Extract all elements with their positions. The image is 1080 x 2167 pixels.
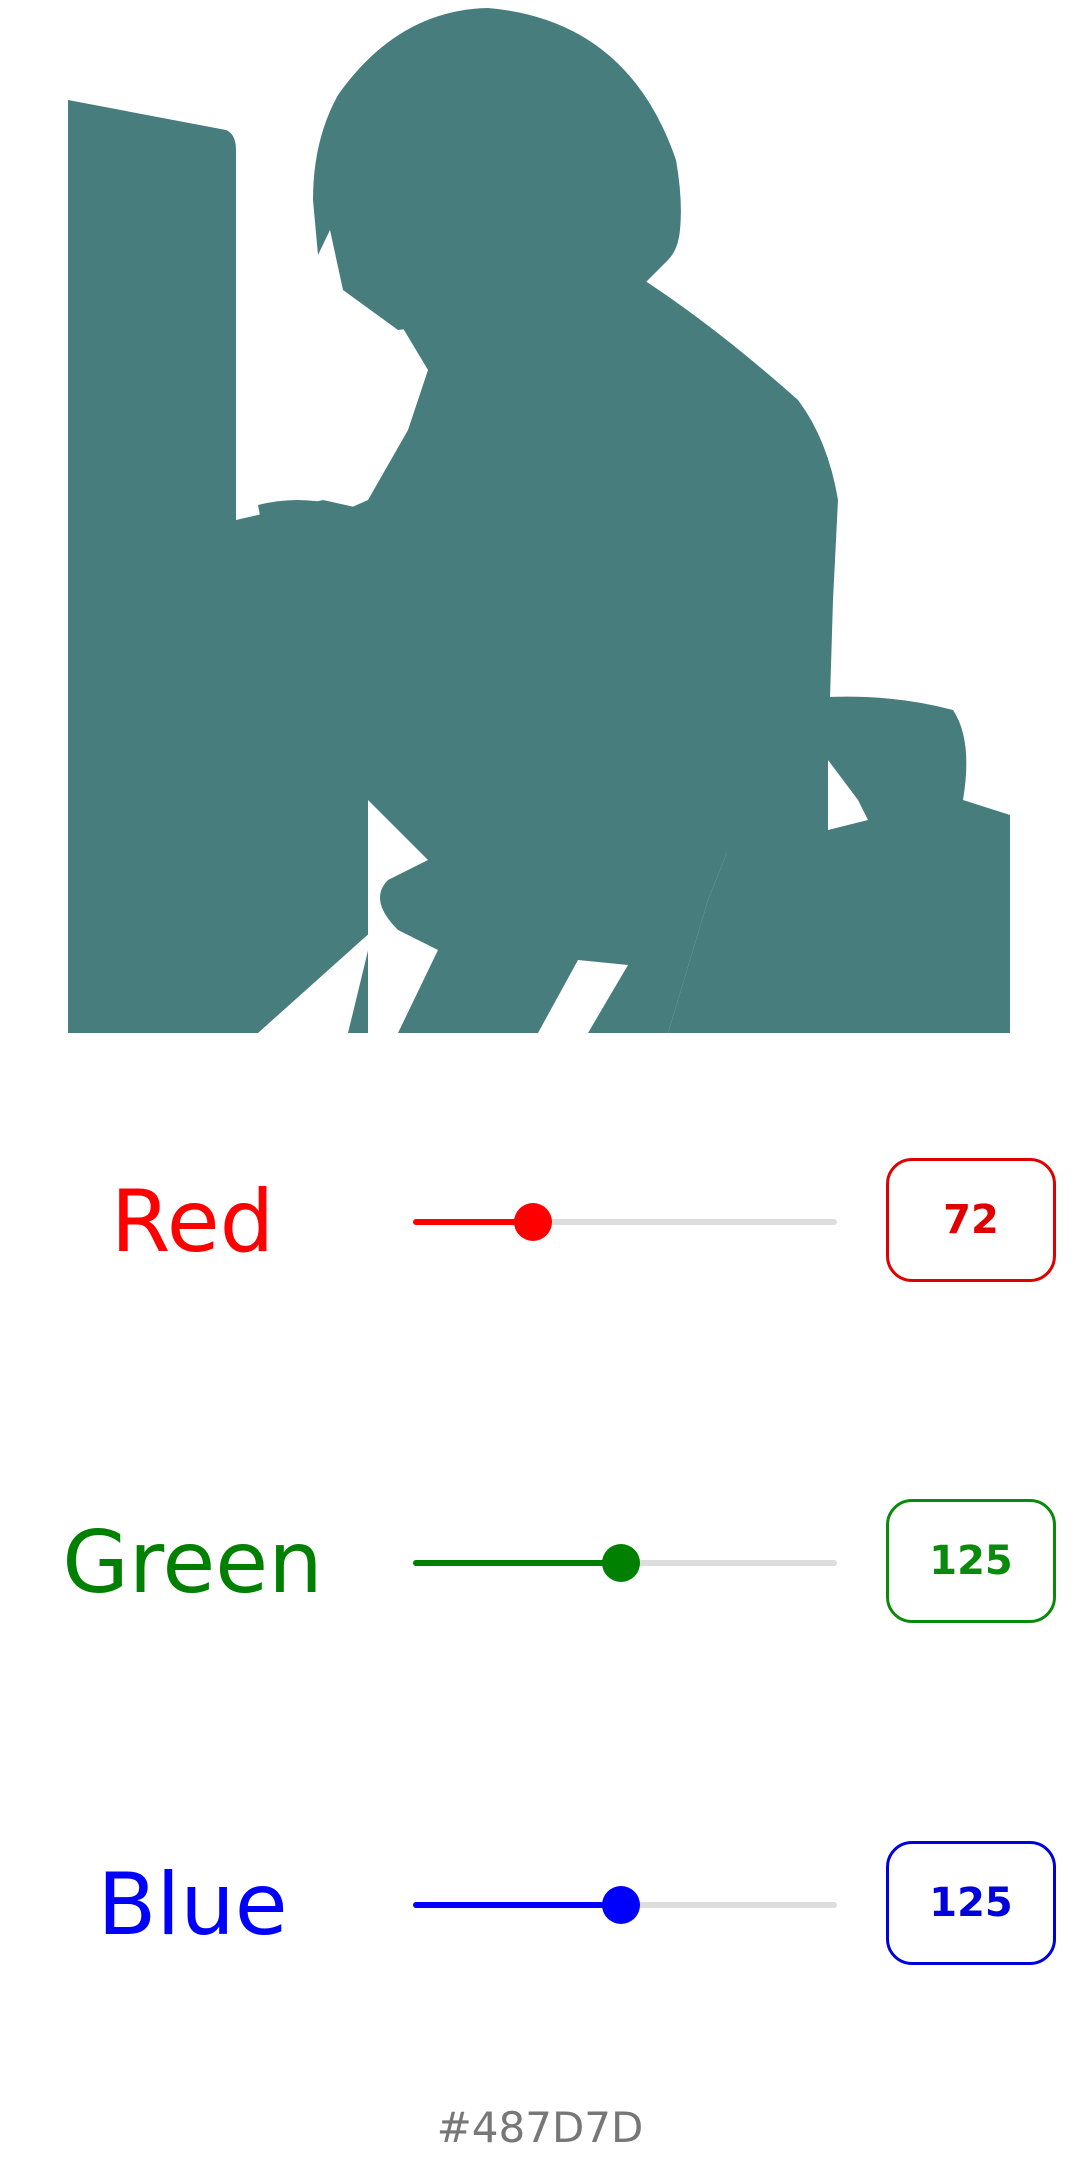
red-value-field[interactable]: 72 xyxy=(886,1158,1056,1282)
silhouette-icon xyxy=(68,8,1010,1033)
color-preview-image xyxy=(68,0,1010,1033)
hex-color-label: #487D7D xyxy=(436,2103,644,2152)
green-label: Green xyxy=(62,1513,323,1613)
blue-value-field[interactable]: 125 xyxy=(886,1841,1056,1965)
red-slider-thumb[interactable] xyxy=(513,1203,552,1241)
green-value-field[interactable]: 125 xyxy=(886,1499,1056,1623)
green-slider[interactable] xyxy=(413,1543,837,1583)
blue-slider-fill xyxy=(413,1902,621,1908)
blue-channel-row: Blue 125 xyxy=(0,1835,1080,1975)
red-slider[interactable] xyxy=(413,1202,837,1242)
red-label: Red xyxy=(110,1172,275,1272)
blue-label: Blue xyxy=(97,1855,288,1955)
blue-slider[interactable] xyxy=(413,1885,837,1925)
green-slider-thumb[interactable] xyxy=(601,1544,640,1582)
blue-slider-thumb[interactable] xyxy=(601,1886,640,1924)
green-channel-row: Green 125 xyxy=(0,1493,1080,1633)
green-slider-fill xyxy=(413,1560,621,1566)
red-channel-row: Red 72 xyxy=(0,1152,1080,1292)
